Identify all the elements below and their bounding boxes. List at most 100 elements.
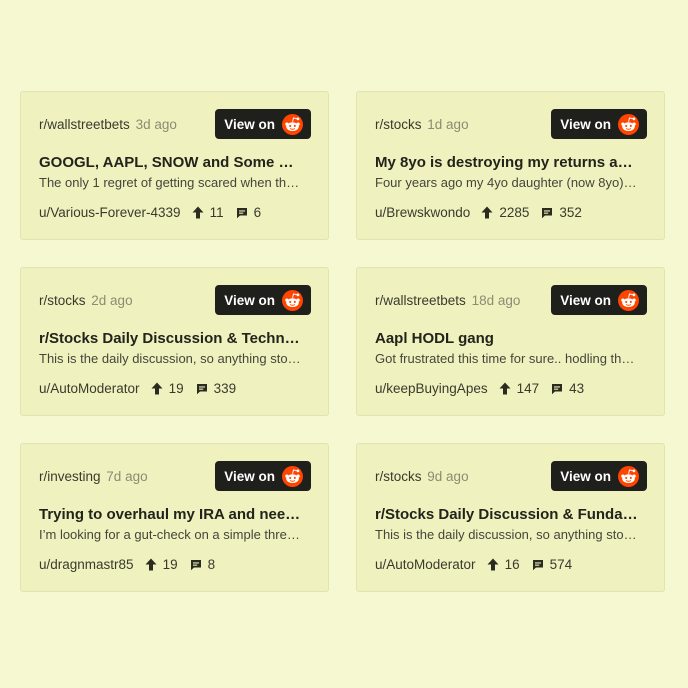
comment-bubble-icon bbox=[542, 207, 553, 218]
subreddit-name[interactable]: r/stocks bbox=[375, 469, 422, 484]
post-author[interactable]: u/Brewskwondo bbox=[375, 205, 470, 220]
upvote-stat: 19 bbox=[145, 557, 178, 572]
subreddit-name[interactable]: r/investing bbox=[39, 469, 101, 484]
upvote-stat: 147 bbox=[499, 381, 540, 396]
card-header: r/wallstreetbets 18d ago View on bbox=[375, 285, 647, 315]
upvote-arrow-icon bbox=[499, 382, 511, 395]
subreddit-name[interactable]: r/wallstreetbets bbox=[375, 293, 466, 308]
post-excerpt: I’m looking for a gut-check on a simple … bbox=[39, 527, 302, 542]
post-meta: r/wallstreetbets 3d ago bbox=[39, 117, 177, 132]
comment-stat: 574 bbox=[532, 557, 573, 572]
reddit-icon bbox=[618, 113, 639, 135]
upvote-arrow-icon bbox=[151, 382, 163, 395]
reddit-icon bbox=[618, 289, 639, 311]
view-on-label: View on bbox=[224, 116, 275, 132]
subreddit-name[interactable]: r/stocks bbox=[39, 293, 86, 308]
view-on-reddit-button[interactable]: View on bbox=[551, 461, 647, 491]
post-author[interactable]: u/dragnmastr85 bbox=[39, 557, 134, 572]
comment-stat: 8 bbox=[190, 557, 216, 572]
post-meta: r/investing 7d ago bbox=[39, 469, 148, 484]
reddit-icon bbox=[282, 289, 303, 311]
post-card[interactable]: r/wallstreetbets 18d ago View on Aapl HO… bbox=[356, 267, 665, 416]
post-card[interactable]: r/wallstreetbets 3d ago View on GOOGL, A… bbox=[20, 91, 329, 240]
post-card[interactable]: r/stocks 2d ago View on r/Stocks Daily D… bbox=[20, 267, 329, 416]
post-footer: u/dragnmastr85 19 8 bbox=[39, 557, 318, 572]
view-on-reddit-button[interactable]: View on bbox=[215, 285, 311, 315]
comment-count: 339 bbox=[213, 381, 237, 396]
view-on-reddit-button[interactable]: View on bbox=[215, 461, 311, 491]
upvote-count: 19 bbox=[168, 381, 184, 396]
view-on-reddit-button[interactable]: View on bbox=[551, 285, 647, 315]
comment-stat: 339 bbox=[196, 381, 237, 396]
post-meta: r/wallstreetbets 18d ago bbox=[375, 293, 520, 308]
post-card[interactable]: r/stocks 9d ago View on r/Stocks Daily D… bbox=[356, 443, 665, 592]
post-title[interactable]: Trying to overhaul my IRA and need advic… bbox=[39, 506, 302, 523]
upvote-count: 16 bbox=[504, 557, 520, 572]
post-age: 3d ago bbox=[135, 116, 177, 132]
post-excerpt: This is the daily discussion, so anythin… bbox=[39, 351, 302, 366]
comment-bubble-icon bbox=[196, 383, 207, 394]
post-age: 1d ago bbox=[427, 116, 469, 132]
upvote-count: 147 bbox=[516, 381, 540, 396]
post-title[interactable]: Aapl HODL gang bbox=[375, 330, 638, 347]
reddit-icon bbox=[282, 113, 303, 135]
subreddit-name[interactable]: r/wallstreetbets bbox=[39, 117, 130, 132]
post-footer: u/AutoModerator 19 339 bbox=[39, 381, 318, 396]
card-header: r/investing 7d ago View on bbox=[39, 461, 311, 491]
upvote-arrow-icon bbox=[481, 206, 493, 219]
comment-count: 352 bbox=[559, 205, 582, 220]
card-header: r/stocks 1d ago View on bbox=[375, 109, 647, 139]
comment-bubble-icon bbox=[552, 383, 563, 394]
upvote-stat: 11 bbox=[192, 205, 224, 220]
card-header: r/stocks 9d ago View on bbox=[375, 461, 647, 491]
post-author[interactable]: u/Various-Forever-4339 bbox=[39, 205, 181, 220]
view-on-reddit-button[interactable]: View on bbox=[215, 109, 311, 139]
post-meta: r/stocks 2d ago bbox=[39, 293, 133, 308]
upvote-stat: 2285 bbox=[481, 205, 529, 220]
post-title[interactable]: GOOGL, AAPL, SNOW and Some Small Caps - … bbox=[39, 154, 302, 171]
comment-bubble-icon bbox=[190, 559, 201, 570]
post-meta: r/stocks 1d ago bbox=[375, 117, 469, 132]
post-excerpt: Four years ago my 4yo daughter (now 8yo)… bbox=[375, 175, 638, 190]
subreddit-name[interactable]: r/stocks bbox=[375, 117, 422, 132]
view-on-reddit-button[interactable]: View on bbox=[551, 109, 647, 139]
card-header: r/stocks 2d ago View on bbox=[39, 285, 311, 315]
post-grid: r/wallstreetbets 3d ago View on GOOGL, A… bbox=[20, 91, 665, 592]
view-on-label: View on bbox=[560, 468, 611, 484]
post-age: 2d ago bbox=[91, 292, 133, 308]
upvote-arrow-icon bbox=[145, 558, 157, 571]
view-on-label: View on bbox=[560, 292, 611, 308]
post-card[interactable]: r/investing 7d ago View on Trying to ove… bbox=[20, 443, 329, 592]
comment-bubble-icon bbox=[236, 207, 247, 218]
comment-count: 8 bbox=[207, 557, 216, 572]
comment-bubble-icon bbox=[532, 559, 543, 570]
post-title[interactable]: My 8yo is destroying my returns and I ne… bbox=[375, 154, 638, 171]
post-title[interactable]: r/Stocks Daily Discussion & Fundamentals… bbox=[375, 506, 638, 523]
view-on-label: View on bbox=[560, 116, 611, 132]
upvote-arrow-icon bbox=[487, 558, 499, 571]
comment-stat: 6 bbox=[236, 205, 262, 220]
post-author[interactable]: u/keepBuyingApes bbox=[375, 381, 488, 396]
post-age: 9d ago bbox=[427, 468, 469, 484]
card-header: r/wallstreetbets 3d ago View on bbox=[39, 109, 311, 139]
comment-stat: 43 bbox=[551, 381, 584, 396]
post-meta: r/stocks 9d ago bbox=[375, 469, 469, 484]
post-footer: u/AutoModerator 16 574 bbox=[375, 557, 654, 572]
post-excerpt: The only 1 regret of getting scared when… bbox=[39, 175, 302, 190]
post-age: 18d ago bbox=[471, 292, 521, 308]
post-excerpt: This is the daily discussion, so anythin… bbox=[375, 527, 638, 542]
post-author[interactable]: u/AutoModerator bbox=[375, 557, 476, 572]
post-author[interactable]: u/AutoModerator bbox=[39, 381, 140, 396]
post-card[interactable]: r/stocks 1d ago View on My 8yo is destro… bbox=[356, 91, 665, 240]
post-age: 7d ago bbox=[106, 468, 148, 484]
upvote-count: 2285 bbox=[499, 205, 530, 220]
view-on-label: View on bbox=[224, 468, 275, 484]
comment-count: 574 bbox=[549, 557, 573, 572]
view-on-label: View on bbox=[224, 292, 275, 308]
post-excerpt: Got frustrated this time for sure.. hodl… bbox=[375, 351, 638, 366]
upvote-stat: 16 bbox=[487, 557, 520, 572]
post-footer: u/keepBuyingApes 147 43 bbox=[375, 381, 654, 396]
comment-count: 6 bbox=[253, 205, 262, 220]
post-title[interactable]: r/Stocks Daily Discussion & Technicals T… bbox=[39, 330, 302, 347]
upvote-count: 11 bbox=[209, 205, 224, 220]
